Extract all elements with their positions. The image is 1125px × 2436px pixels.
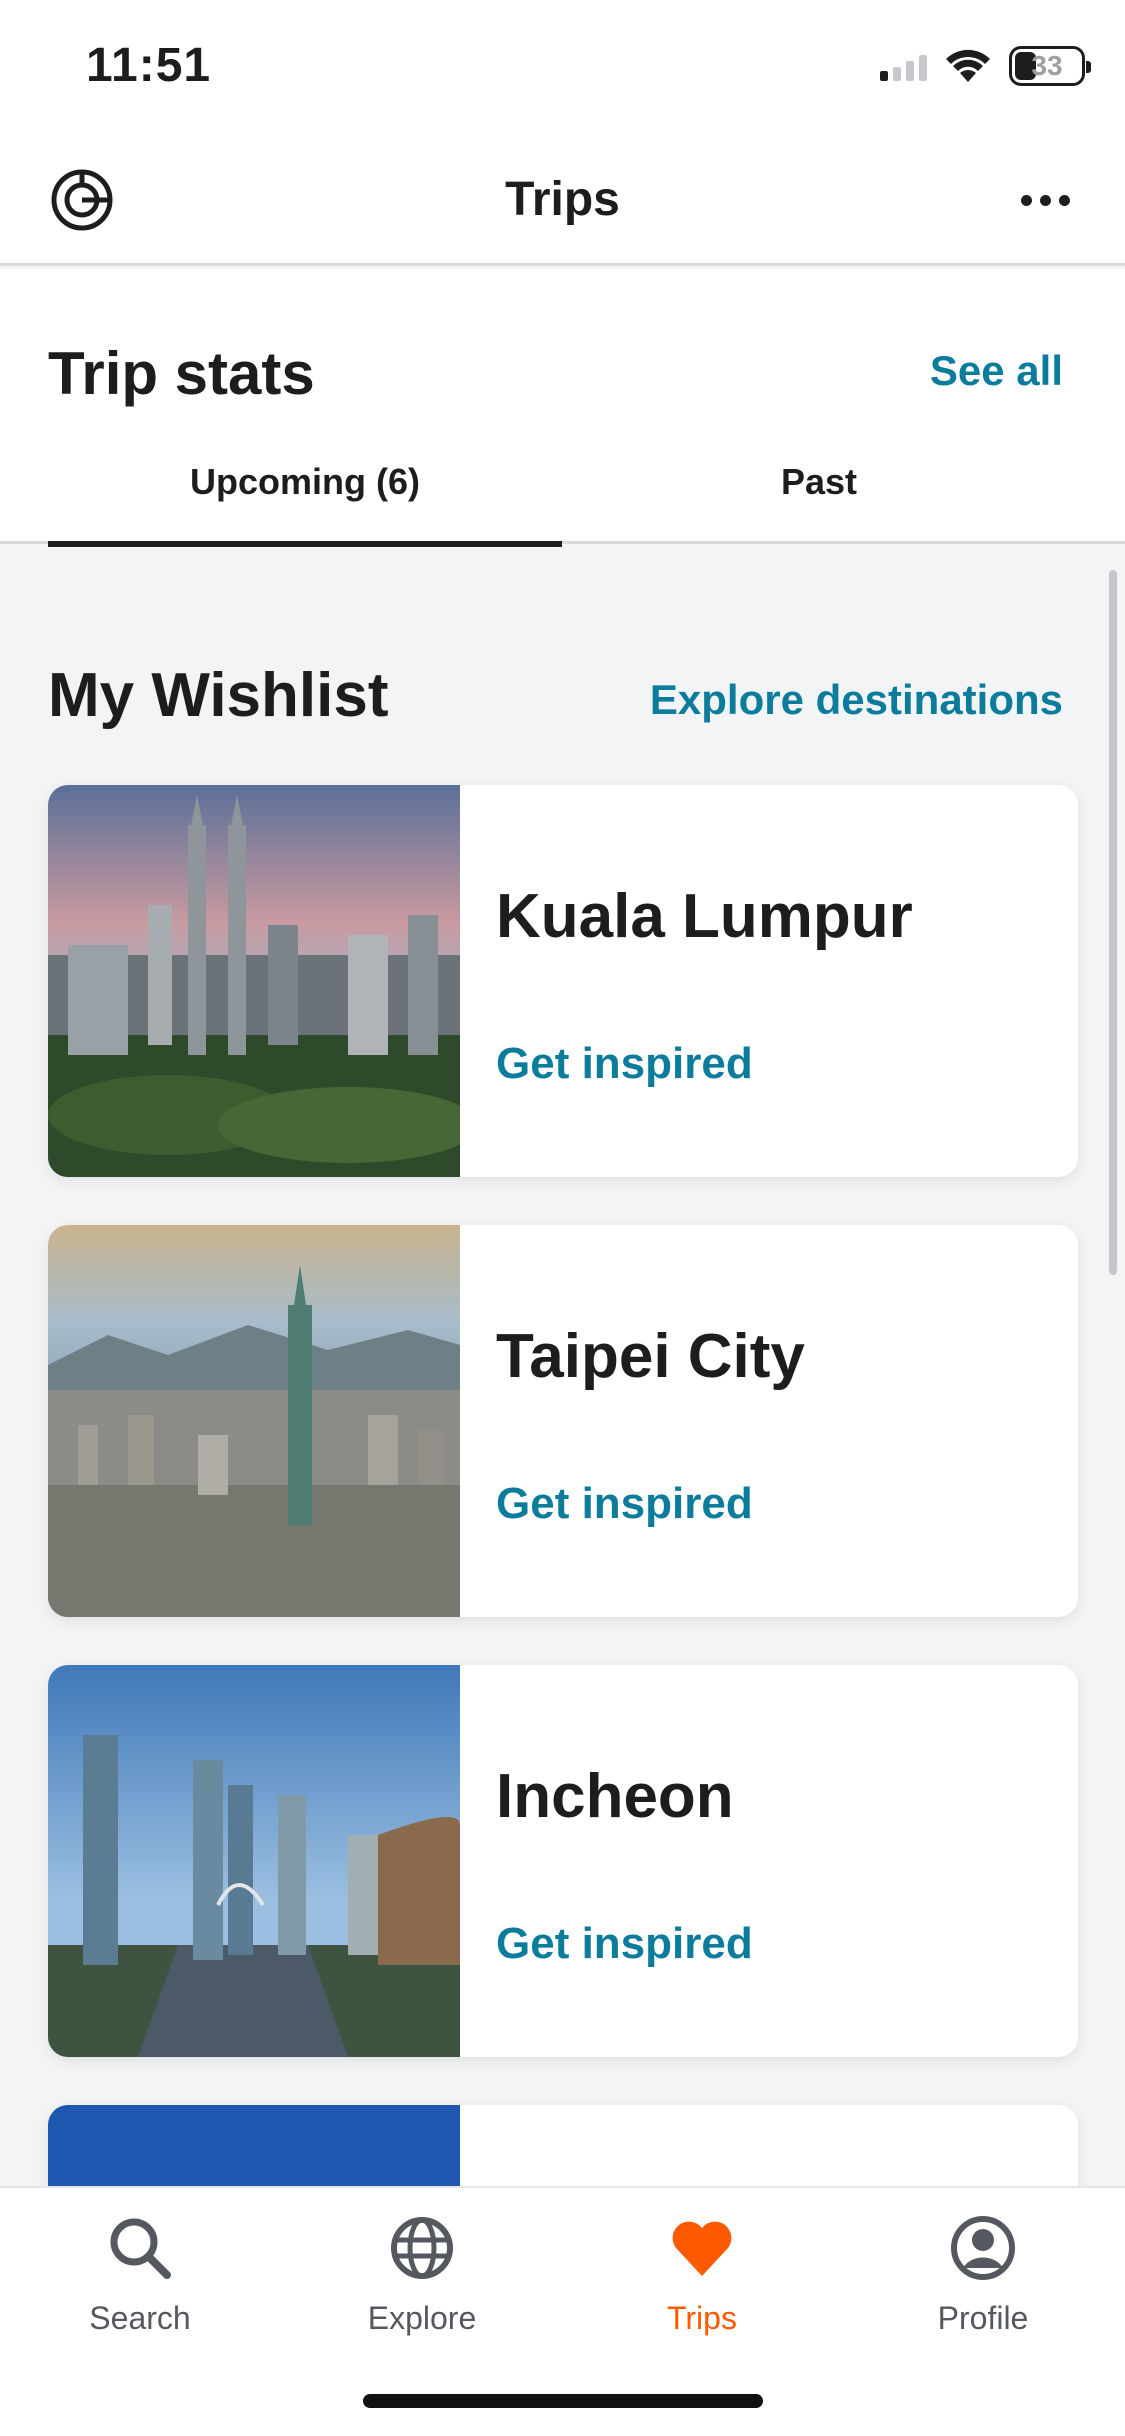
status-icons: 33 (880, 46, 1091, 86)
home-indicator (363, 2394, 763, 2408)
nav-trips-label: Trips (667, 2300, 737, 2336)
cellular-signal-icon (880, 51, 927, 81)
scrollbar[interactable] (1109, 570, 1117, 1275)
more-horizontal-icon (1020, 194, 1032, 206)
nav-search-label: Search (89, 2300, 191, 2336)
destination-name: Kuala Lumpur (496, 882, 913, 951)
nav-explore-label: Explore (367, 2300, 477, 2336)
status-bar: 11:51 33 (0, 0, 1125, 140)
nav-explore[interactable]: Explore (302, 2212, 542, 2337)
wishlist-title: My Wishlist (48, 661, 389, 730)
battery-icon: 33 (1009, 46, 1091, 86)
heart-icon (672, 2221, 732, 2276)
globe-icon (391, 2217, 453, 2279)
battery-level: 33 (1031, 50, 1063, 81)
nav-profile-label: Profile (937, 2300, 1029, 2336)
app-header: Trips (0, 140, 1125, 266)
nav-profile[interactable]: Profile (863, 2212, 1103, 2337)
taipei-city-photo (48, 1225, 460, 1617)
trip-stats-title: Trip stats (48, 340, 315, 407)
incheon-photo (48, 1665, 460, 2057)
search-icon (110, 2218, 171, 2279)
page-title: Trips (505, 173, 620, 226)
wifi-icon (946, 49, 990, 82)
trip-tabs: Upcoming (6) Past (48, 449, 1125, 547)
user-circle-icon (951, 2216, 1015, 2280)
wishlist-card-taipei-city[interactable]: Taipei City Get inspired (48, 1225, 1078, 1617)
get-inspired-link[interactable]: Get inspired (496, 1919, 753, 1969)
get-inspired-link[interactable]: Get inspired (496, 1039, 753, 1089)
destination-name: Taipei City (496, 1322, 805, 1391)
get-inspired-link[interactable]: Get inspired (496, 1479, 753, 1529)
nav-trips[interactable]: Trips (582, 2212, 822, 2337)
see-all-link[interactable]: See all (930, 347, 1063, 395)
nav-search[interactable]: Search (20, 2212, 260, 2337)
more-options-button[interactable] (1005, 170, 1085, 230)
destination-name: Incheon (496, 1762, 734, 1831)
wishlist-card-kuala-lumpur[interactable]: Kuala Lumpur Get inspired (48, 785, 1078, 1177)
explore-destinations-link[interactable]: Explore destinations (650, 676, 1063, 724)
wishlist-card-incheon[interactable]: Incheon Get inspired (48, 1665, 1078, 2057)
tab-upcoming[interactable]: Upcoming (6) (48, 449, 562, 547)
kuala-lumpur-photo (48, 785, 460, 1177)
status-time: 11:51 (86, 39, 212, 92)
wishlist-header: My Wishlist Explore destinations (48, 660, 1063, 740)
trip-stats-section: Trip stats See all Upcoming (6) Past (0, 269, 1125, 547)
tab-past[interactable]: Past (562, 449, 1076, 544)
